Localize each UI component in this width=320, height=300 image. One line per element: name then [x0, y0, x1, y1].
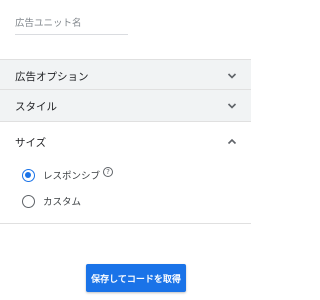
chevron-down-icon: [227, 71, 237, 81]
ad-options-section-header[interactable]: 広告オプション: [0, 59, 251, 90]
ad-options-label: 広告オプション: [15, 71, 89, 83]
radio-button-unchecked[interactable]: [22, 194, 35, 208]
size-label: サイズ: [15, 137, 47, 149]
save-and-get-code-button[interactable]: 保存してコードを取得: [86, 264, 186, 292]
style-section-header[interactable]: スタイル: [0, 90, 251, 122]
size-section: サイズ レスポンシブ ? カスタム: [0, 124, 251, 224]
radio-label-custom: カスタム: [43, 197, 82, 208]
ad-unit-name-input[interactable]: [15, 13, 128, 35]
radio-button-checked[interactable]: [22, 168, 35, 182]
chevron-up-icon: [227, 137, 237, 147]
radio-label-responsive: レスポンシブ: [43, 171, 101, 182]
size-section-header[interactable]: サイズ: [0, 124, 251, 158]
style-label: スタイル: [15, 101, 57, 113]
help-icon[interactable]: ?: [103, 167, 114, 177]
chevron-down-icon: [227, 101, 237, 111]
radio-option-responsive[interactable]: レスポンシブ ?: [22, 167, 114, 183]
ad-unit-name-field: [15, 0, 128, 36]
radio-option-custom[interactable]: カスタム: [22, 193, 81, 209]
